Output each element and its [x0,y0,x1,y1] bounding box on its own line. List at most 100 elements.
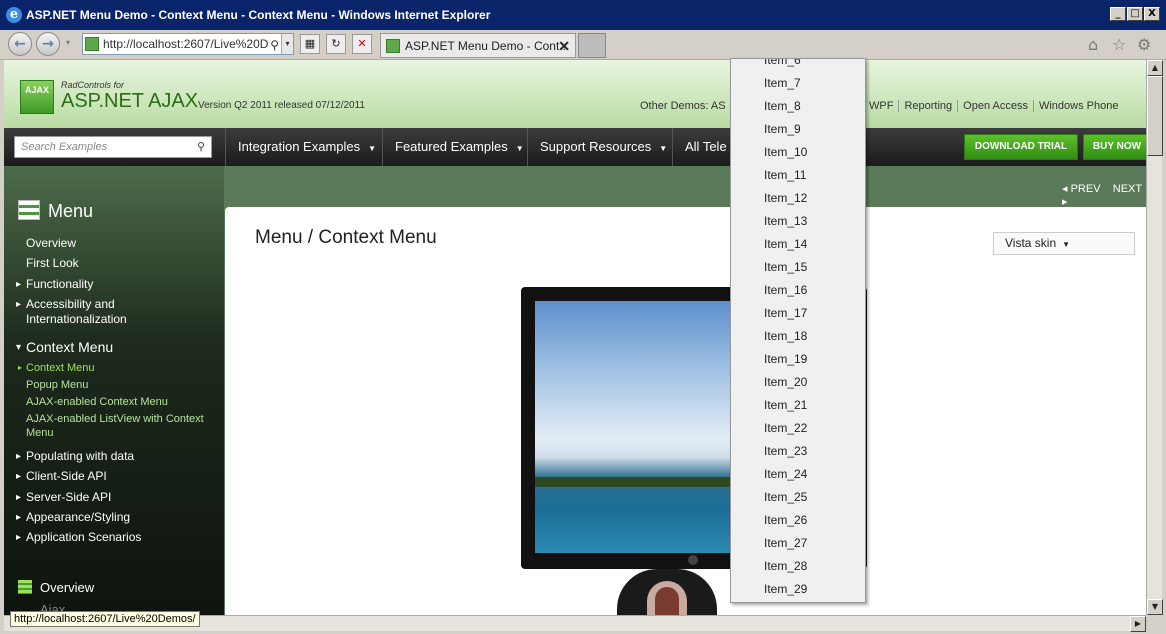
sidebar-subitem-ajax-context-menu[interactable]: AJAX-enabled Context Menu [26,395,168,409]
tab-favicon-icon [386,39,400,53]
window-title: ASP.NET Menu Demo - Context Menu - Conte… [26,8,491,22]
context-menu-item[interactable]: Item_25 [764,490,807,504]
minimize-button[interactable]: _ [1110,7,1126,21]
scroll-up-icon[interactable]: ▲ [1147,60,1163,76]
browser-toolbar: ← → ▾ http://localhost:2607/Live%20D ⚲ ▾… [0,30,1166,60]
nav-support-resources[interactable]: Support Resources ▼ [527,128,679,166]
context-menu: Item_6 Item_7 Item_8 Item_9 Item_10 Item… [730,58,866,603]
top-links: WPF Reporting Open Access Windows Phone [864,100,1124,112]
logo-subtitle: RadControls for [61,80,125,90]
search-icon[interactable]: ⚲ [270,35,279,54]
sidebar-item-server-api[interactable]: Server-Side API [16,490,111,505]
prev-next: ◂ PREV NEXT ▸ [1062,182,1146,208]
sidebar-item-functionality[interactable]: Functionality [16,277,93,292]
link-wpf[interactable]: WPF [864,100,898,112]
address-text: http://localhost:2607/Live%20D [103,37,269,51]
sidebar-subitem-context-menu[interactable]: Context Menu [18,361,95,375]
download-trial-button[interactable]: DOWNLOAD TRIAL [964,134,1078,160]
sidebar-item-client-api[interactable]: Client-Side API [16,469,107,484]
sidebar-item-first-look[interactable]: First Look [26,256,79,271]
context-menu-item[interactable]: Item_9 [764,122,801,136]
context-menu-item[interactable]: Item_29 [764,582,807,596]
sidebar: Menu Overview First Look Functionality A… [4,166,224,615]
sidebar-subitem-popup-menu[interactable]: Popup Menu [26,378,88,392]
scroll-thumb[interactable] [1147,76,1163,156]
skin-select[interactable]: Vista skin ▼ [993,232,1135,255]
context-menu-item[interactable]: Item_14 [764,237,807,251]
context-menu-item[interactable]: Item_24 [764,467,807,481]
tab-close-icon[interactable]: ✕ [558,34,570,57]
back-button[interactable]: ← [8,32,32,56]
vertical-scrollbar[interactable]: ▲ ▼ [1146,60,1163,615]
scroll-down-icon[interactable]: ▼ [1147,599,1163,615]
nav-featured-examples[interactable]: Featured Examples ▼ [382,128,536,166]
sidebar-item-context-menu[interactable]: Context Menu [16,340,113,356]
context-menu-item[interactable]: Item_18 [764,329,807,343]
tools-gear-icon[interactable]: ⚙ [1137,35,1151,54]
search-icon[interactable]: ⚲ [197,137,205,157]
chevron-down-icon: ▼ [1062,240,1071,249]
menu-icon [18,200,40,220]
sidebar-item-populating[interactable]: Populating with data [16,449,134,464]
context-menu-item[interactable]: Item_27 [764,536,807,550]
forward-button[interactable]: → [36,32,60,56]
nav-integration-examples[interactable]: Integration Examples ▼ [225,128,388,166]
overview-icon [18,580,32,594]
site-header: AJAX RadControls for ASP.NET AJAX Versio… [4,60,1146,128]
buy-now-button[interactable]: BUY NOW [1083,134,1146,160]
context-menu-item[interactable]: Item_26 [764,513,807,527]
close-button[interactable]: X [1144,7,1160,21]
home-icon[interactable]: ⌂ [1088,35,1098,54]
context-menu-item[interactable]: Item_19 [764,352,807,366]
context-menu-item[interactable]: Item_21 [764,398,807,412]
context-menu-item[interactable]: Item_16 [764,283,807,297]
address-dropdown-icon[interactable]: ▾ [281,34,293,54]
web-page: AJAX RadControls for ASP.NET AJAX Versio… [4,60,1146,615]
context-menu-item[interactable]: Item_20 [764,375,807,389]
browser-tab[interactable]: ASP.NET Menu Demo - Cont... ✕ [380,33,576,58]
ajax-logo[interactable]: AJAX [20,80,54,114]
search-placeholder: Search Examples [21,141,108,153]
context-menu-item[interactable]: Item_22 [764,421,807,435]
link-reporting[interactable]: Reporting [898,100,958,112]
main-navbar: Search Examples ⚲ Integration Examples ▼ … [4,128,1146,166]
sidebar-item-scenarios[interactable]: Application Scenarios [16,530,141,545]
window-titlebar: e ASP.NET Menu Demo - Context Menu - Con… [0,0,1166,30]
content-panel: Menu / Context Menu Vista skin ▼ [225,207,1146,615]
maximize-button[interactable]: □ [1127,7,1143,21]
context-menu-item[interactable]: Item_13 [764,214,807,228]
sidebar-item-accessibility[interactable]: Accessibility and Internationalization [16,297,206,327]
context-menu-item[interactable]: Item_6 [764,59,801,67]
monitor-stand [617,569,717,615]
new-tab-button[interactable] [578,33,606,58]
sidebar-item-overview[interactable]: Overview [26,236,76,251]
logo-title[interactable]: ASP.NET AJAX [61,90,198,113]
sidebar-title: Menu [18,200,93,222]
compatibility-view-icon[interactable]: ▦ [300,34,320,54]
context-menu-item[interactable]: Item_17 [764,306,807,320]
prev-link[interactable]: ◂ PREV [1062,183,1101,195]
favorites-star-icon[interactable]: ☆ [1112,35,1126,54]
link-open-access[interactable]: Open Access [957,100,1033,112]
context-menu-item[interactable]: Item_7 [764,76,801,90]
refresh-icon[interactable]: ↻ [326,34,346,54]
sidebar-subitem-ajax-listview[interactable]: AJAX-enabled ListView with Context Menu [26,412,211,440]
context-menu-item[interactable]: Item_10 [764,145,807,159]
context-menu-item[interactable]: Item_15 [764,260,807,274]
search-examples-input[interactable]: Search Examples ⚲ [14,136,212,158]
address-bar[interactable]: http://localhost:2607/Live%20D ⚲ ▾ [82,33,294,55]
sidebar-item-appearance[interactable]: Appearance/Styling [16,510,130,525]
history-dropdown-icon[interactable]: ▾ [66,38,70,47]
context-menu-item[interactable]: Item_11 [764,168,806,182]
sidebar-bottom-overview[interactable]: Overview [18,580,94,595]
context-menu-item[interactable]: Item_23 [764,444,807,458]
stop-icon[interactable]: ✕ [352,34,372,54]
scroll-right-icon[interactable]: ▶ [1130,616,1146,632]
other-demos-label: Other Demos: AS [640,100,726,112]
page-favicon-icon [85,37,99,51]
context-menu-item[interactable]: Item_8 [764,99,801,113]
nav-all-telerik[interactable]: All Tele [672,128,739,166]
link-windows-phone[interactable]: Windows Phone [1032,100,1124,112]
context-menu-item[interactable]: Item_28 [764,559,807,573]
context-menu-item[interactable]: Item_12 [764,191,807,205]
